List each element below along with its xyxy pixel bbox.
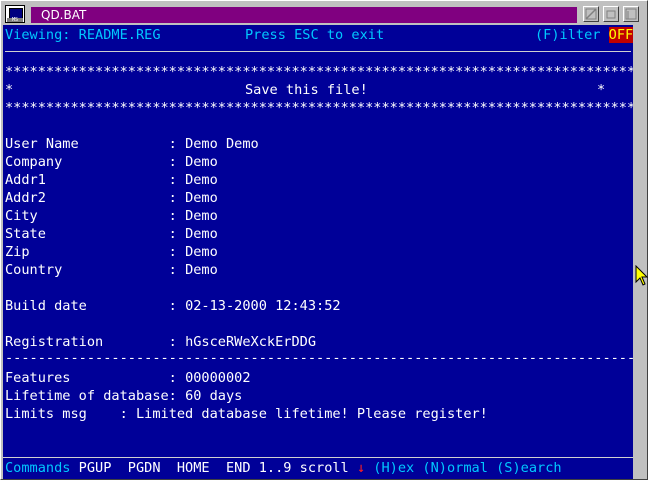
field-build-date: Build date : 02-13-2000 12:43:52	[5, 297, 341, 315]
dash-divider: ----------------------------------------…	[5, 350, 633, 366]
press-esc-hint: Press ESC to exit	[245, 27, 385, 43]
field-zip: Zip : Demo	[5, 243, 218, 261]
field-value: 02-13-2000 12:43:52	[185, 298, 341, 314]
normal-command[interactable]: (N)ormal	[414, 460, 488, 476]
field-label: Lifetime of database:	[5, 388, 186, 404]
field-value: Demo	[185, 226, 218, 242]
field-label: Features :	[5, 370, 186, 386]
field-label: Zip :	[5, 244, 186, 260]
console-screen: Viewing: README.REG Press ESC to exit (F…	[3, 25, 633, 479]
field-value: Demo	[185, 244, 218, 260]
field-value: Demo	[185, 172, 218, 188]
field-value: Demo Demo	[185, 136, 259, 152]
field-label: Company :	[5, 154, 186, 170]
ms-label: MS	[7, 18, 23, 23]
field-state: State : Demo	[5, 225, 218, 243]
field-label: Registration :	[5, 334, 186, 350]
field-user-name: User Name : Demo Demo	[5, 135, 259, 153]
field-value: 00000002	[185, 370, 251, 386]
search-command[interactable]: (S)earch	[488, 460, 562, 476]
field-label: City :	[5, 208, 186, 224]
field-country: Country : Demo	[5, 261, 218, 279]
field-addr2: Addr2 : Demo	[5, 189, 218, 207]
field-limits-msg: Limits msg : Limited database lifetime! …	[5, 405, 488, 423]
diagonal-arrows-icon	[585, 8, 597, 20]
field-value: Demo	[185, 208, 218, 224]
field-label: Limits msg :	[5, 406, 136, 422]
mouse-pointer-icon	[635, 265, 648, 286]
field-value: Demo	[185, 262, 218, 278]
command-line: Commands PGUP PGDN HOME END 1..9 scroll …	[5, 459, 562, 477]
dos-window: MS QD.BAT Viewing: README.REG Press ESC …	[0, 0, 648, 480]
field-label: Addr2 :	[5, 190, 186, 206]
header-divider	[5, 51, 631, 52]
filter-state: OFF	[608, 27, 633, 43]
banner-message: Save this file!	[245, 82, 368, 98]
maximize-button[interactable]	[623, 6, 639, 22]
field-label: Addr1 :	[5, 172, 186, 188]
field-features: Features : 00000002	[5, 369, 251, 387]
field-label: User Name :	[5, 136, 186, 152]
maximize-icon	[625, 8, 637, 20]
banner-right-star: *	[597, 82, 606, 98]
banner-top: ****************************************…	[5, 64, 633, 80]
field-label: Country :	[5, 262, 186, 278]
commands-label: Commands	[5, 460, 71, 476]
hex-command[interactable]: (H)ex	[365, 460, 414, 476]
window-title: QD.BAT	[31, 7, 577, 23]
down-arrow-icon: ↓	[356, 460, 366, 476]
restore-icon	[606, 10, 616, 19]
viewing-label: Viewing: README.REG	[5, 27, 161, 43]
title-bar[interactable]: MS QD.BAT	[3, 3, 645, 25]
field-lifetime: Lifetime of database: 60 days	[5, 387, 242, 405]
restore-button[interactable]	[603, 6, 619, 22]
field-city: City : Demo	[5, 207, 218, 225]
system-menu-icon[interactable]: MS	[5, 5, 25, 23]
field-label: State :	[5, 226, 186, 242]
banner-left-star: *	[5, 82, 14, 98]
field-value: Demo	[185, 154, 218, 170]
banner-bottom: ****************************************…	[5, 100, 633, 116]
filter-indicator[interactable]: (F)ilter OFF	[535, 26, 633, 44]
field-value: hGsceRWeXckErDDG	[185, 334, 317, 350]
field-value: 60 days	[185, 388, 243, 404]
field-value: Limited database lifetime! Please regist…	[135, 406, 488, 422]
field-label: Build date :	[5, 298, 186, 314]
field-company: Company : Demo	[5, 153, 218, 171]
filter-label: (F)ilter	[535, 27, 601, 43]
field-addr1: Addr1 : Demo	[5, 171, 218, 189]
field-value: Demo	[185, 190, 218, 206]
right-frame	[633, 25, 647, 479]
nav-keys[interactable]: PGUP PGDN HOME END 1..9 scroll	[70, 460, 356, 476]
fullscreen-button[interactable]	[583, 6, 599, 22]
